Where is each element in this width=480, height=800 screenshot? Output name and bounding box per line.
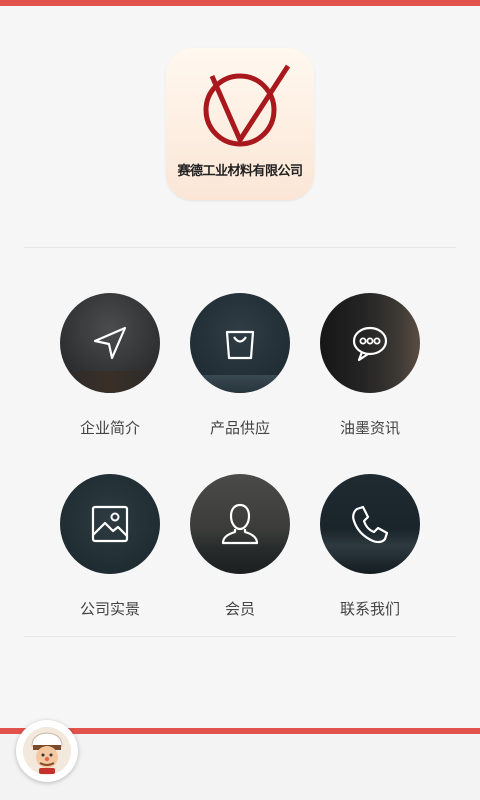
picture-icon [91,505,129,543]
menu-circle[interactable] [190,293,290,393]
menu-item-contact-us[interactable]: 联系我们 [305,474,435,619]
menu-label: 油墨资讯 [339,419,400,437]
menu-item-ink-news[interactable]: 油墨资讯 [305,293,435,438]
menu-item-company-photos[interactable]: 公司实景 [45,474,175,619]
chat-bubble-icon [352,326,388,362]
menu-item-company-intro[interactable]: 企业简介 [45,293,175,438]
user-icon [221,503,259,545]
shopping-bag-icon [225,330,255,360]
company-logo: 赛德工业材料有限公司 [166,48,314,200]
company-name: 赛德工业材料有限公司 [177,164,303,179]
divider-bottom [24,636,456,637]
menu-circle[interactable] [60,474,160,574]
avatar-button[interactable] [16,720,78,782]
top-accent-bar [0,0,480,6]
menu-label: 联系我们 [339,600,400,618]
menu-item-products[interactable]: 产品供应 [175,293,305,438]
menu-circle[interactable] [320,293,420,393]
divider-top [24,247,456,248]
navigation-arrow-icon [93,326,127,360]
menu-label: 公司实景 [79,600,140,618]
logo-mark-icon [203,64,291,147]
menu-circle[interactable] [190,474,290,574]
menu-circle[interactable] [320,474,420,574]
menu-label: 产品供应 [209,419,270,437]
chef-mascot-icon [23,727,71,775]
phone-icon [352,505,389,544]
menu-item-member[interactable]: 会员 [175,474,305,619]
menu-circle[interactable] [60,293,160,393]
menu-label: 企业简介 [79,419,140,437]
menu-label: 会员 [224,600,255,618]
